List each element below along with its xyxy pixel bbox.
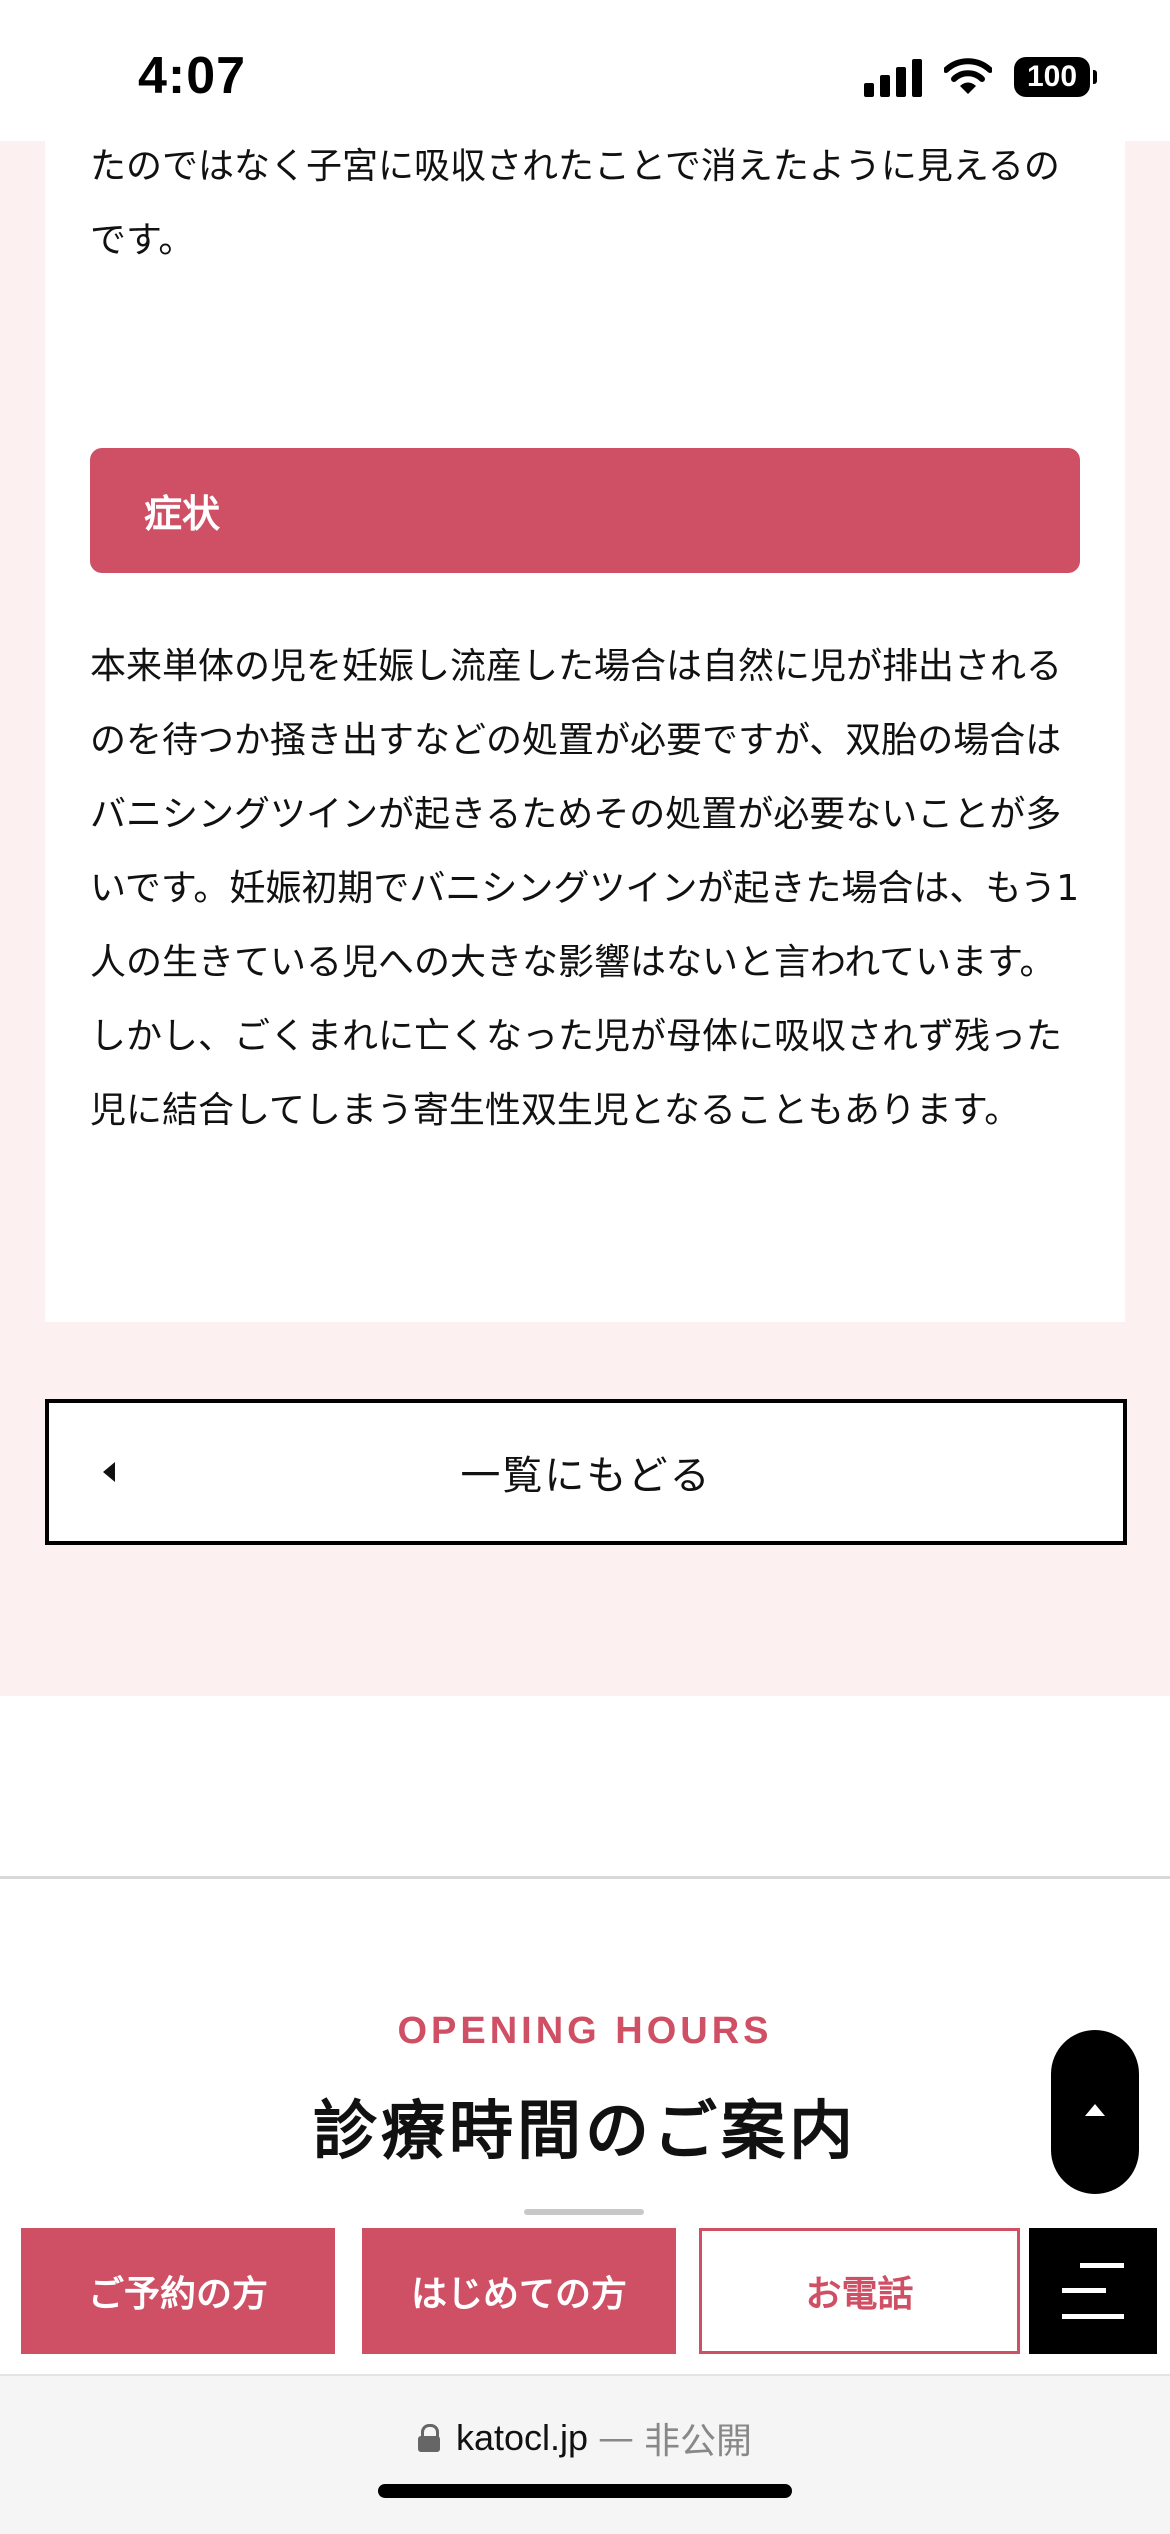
battery-icon: 100: [1014, 57, 1097, 97]
opening-hours-title: 診療時間のご案内: [313, 2094, 857, 2169]
home-indicator: [378, 2484, 792, 2498]
cellular-signal-icon: [864, 57, 922, 97]
reservation-label: ご予約の方: [87, 2274, 268, 2315]
status-bar: 4:07 100: [0, 0, 1170, 141]
status-time: 4:07: [138, 47, 247, 105]
scroll-to-top-button[interactable]: [1051, 2030, 1139, 2194]
menu-button[interactable]: [1029, 2228, 1157, 2354]
status-icons: 100: [864, 52, 1097, 102]
url-host: katocl.jp: [455, 2417, 589, 2458]
opening-hours-eyebrow: OPENING HOURS: [397, 2010, 773, 2052]
wifi-icon: [944, 58, 992, 94]
first-visit-label: はじめての方: [410, 2274, 627, 2315]
reservation-button[interactable]: ご予約の方: [21, 2228, 335, 2354]
url-privacy-note: 非公開: [644, 2421, 753, 2462]
url-row: katocl.jp — 非公開: [0, 2412, 1170, 2464]
battery-level: 100: [1026, 60, 1078, 93]
phone-label: お電話: [805, 2274, 914, 2315]
back-to-list-label: 一覧にもどる: [460, 1453, 712, 1499]
sheet-grabber: [524, 2209, 644, 2215]
phone-button[interactable]: お電話: [699, 2228, 1020, 2354]
caret-left-icon: [103, 1462, 115, 1482]
article-body-text: 本来単体の児を妊娠し流産した場合は自然に児が排出されるのを待つか掻き出すなどの処…: [90, 646, 1080, 1131]
bottom-action-bar: ご予約の方 はじめての方 お電話: [0, 2228, 1170, 2358]
caret-up-icon: [1085, 2104, 1105, 2116]
url-separator: —: [598, 2417, 635, 2459]
back-to-list-button[interactable]: 一覧にもどる: [45, 1399, 1127, 1545]
section-heading: 症状: [144, 492, 221, 536]
section-divider: [0, 1876, 1170, 1879]
hamburger-menu-icon: [1062, 2263, 1124, 2319]
section-heading-bar: 症状: [90, 448, 1080, 573]
lock-icon: [417, 2424, 440, 2452]
browser-address-bar[interactable]: katocl.jp — 非公開: [0, 2374, 1170, 2534]
article-intro-text: たのではなく子宮に吸収されたことで消えたように見えるのです。: [90, 146, 1060, 261]
first-visit-button[interactable]: はじめての方: [362, 2228, 676, 2354]
